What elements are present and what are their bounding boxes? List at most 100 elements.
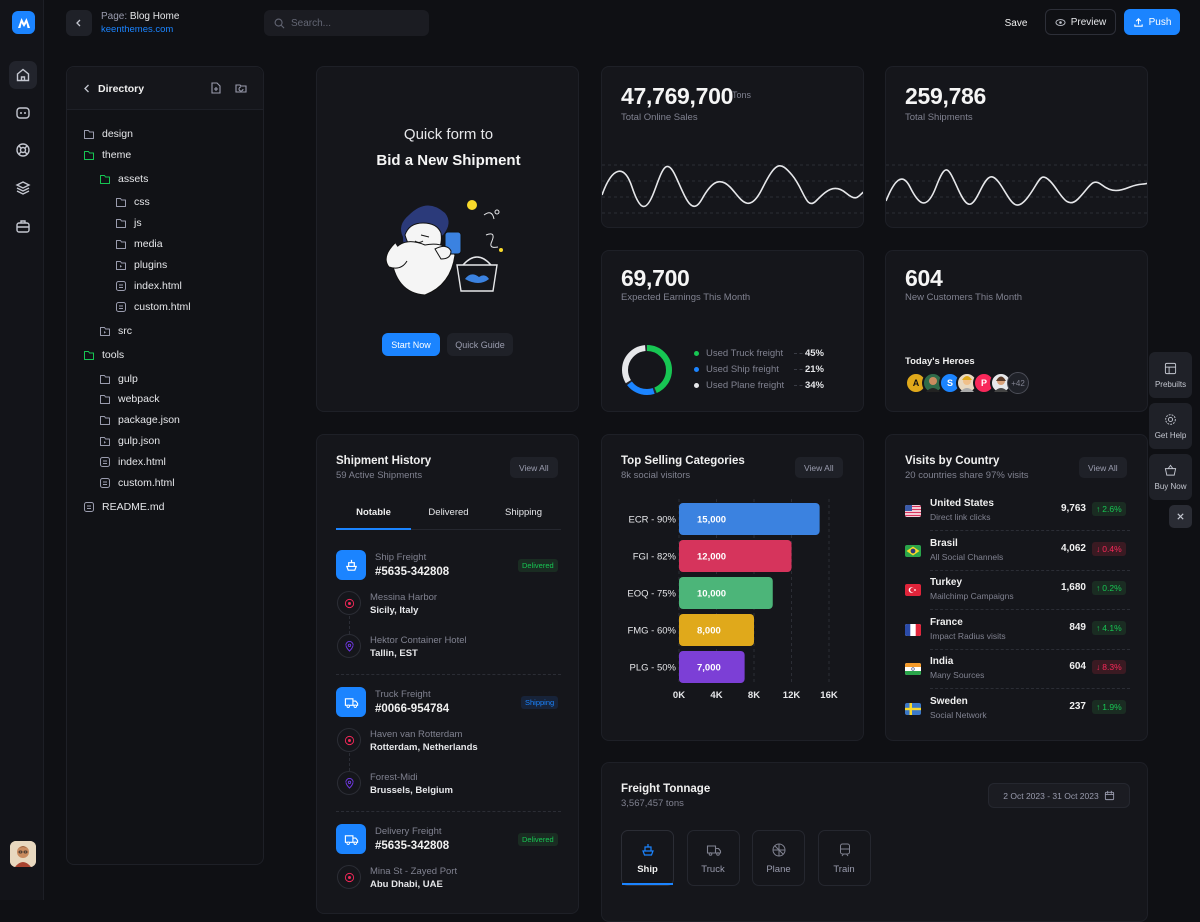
country-name[interactable]: Turkey: [930, 577, 962, 588]
country-visits: 9,763: [1060, 503, 1086, 514]
date-range-picker[interactable]: 2 Oct 2023 - 31 Oct 2023: [988, 783, 1130, 808]
tree-item[interactable]: assets: [99, 171, 148, 187]
tree-item[interactable]: package.json: [99, 412, 180, 428]
more-heroes-badge[interactable]: +42: [1007, 372, 1029, 394]
country-name[interactable]: Sweden: [930, 696, 968, 707]
x-tick-label: 16K: [820, 690, 838, 701]
freight-mode-tab[interactable]: Train: [817, 830, 871, 886]
freight-type-icon: [336, 550, 366, 580]
shipment-id[interactable]: #5635-342808: [375, 840, 449, 852]
app-logo[interactable]: [12, 11, 35, 34]
tab-notable[interactable]: Notable: [336, 507, 411, 518]
row-separator: [930, 688, 1130, 689]
sales-label: Total Online Sales: [621, 112, 698, 123]
tree-item[interactable]: index.html: [99, 454, 166, 470]
tree-item[interactable]: js: [115, 215, 142, 231]
layers-icon[interactable]: [9, 174, 37, 202]
freight-tonnage-title: Freight Tonnage: [621, 783, 711, 795]
freight-mode-label: Plane: [766, 864, 791, 875]
get-help-button[interactable]: Get Help: [1149, 403, 1192, 449]
tree-item[interactable]: gulp.json: [99, 433, 160, 449]
user-avatar[interactable]: [10, 841, 36, 867]
country-flag-icon: [905, 623, 921, 636]
plane-icon: [772, 843, 786, 857]
tab-shipping[interactable]: Shipping: [486, 507, 561, 518]
freight-type-icon: [336, 687, 366, 717]
view-all-button[interactable]: View All: [795, 457, 843, 478]
freight-mode-tab[interactable]: Ship: [621, 830, 674, 886]
legend-percent: 45%: [804, 348, 824, 359]
tree-item-label: tools: [102, 349, 125, 361]
freight-mode-tab[interactable]: Plane: [752, 830, 805, 886]
shipment-history-subtitle: 59 Active Shipments: [336, 470, 423, 481]
briefcase-icon[interactable]: [9, 212, 37, 240]
tree-item[interactable]: webpack: [99, 391, 159, 407]
tree-item-label: design: [102, 128, 133, 140]
support-icon[interactable]: [9, 136, 37, 164]
save-button[interactable]: Save: [996, 10, 1036, 36]
change-badge: ↓ 8.3%: [1092, 660, 1126, 674]
tree-item-label: custom.html: [118, 477, 175, 489]
tree-item[interactable]: design: [83, 126, 133, 142]
tree-item-label: gulp.json: [118, 435, 161, 447]
view-all-button[interactable]: View All: [510, 457, 558, 478]
shipment-id[interactable]: #0066-954784: [375, 703, 449, 715]
tree-item[interactable]: gulp: [99, 371, 138, 387]
tree-item[interactable]: plugins: [115, 257, 167, 273]
new-folder-icon[interactable]: [234, 81, 248, 95]
shipment-history-card: Shipment History 59 Active Shipments Vie…: [316, 434, 579, 914]
freight-type: Delivery Freight: [375, 826, 442, 837]
shipment-id[interactable]: #5635-342808: [375, 566, 449, 578]
tree-item[interactable]: src: [99, 323, 132, 339]
file-icon: [116, 302, 126, 312]
stop-location: Tallin, EST: [370, 648, 418, 659]
tab-delivered[interactable]: Delivered: [411, 507, 486, 518]
freight-tonnage-subtitle: 3,567,457 tons: [621, 798, 684, 809]
sales-unit: Tons: [732, 90, 752, 100]
country-flag-icon: [905, 663, 921, 675]
country-name[interactable]: France: [930, 617, 963, 628]
change-badge: ↑ 1.9%: [1092, 699, 1126, 714]
buy-now-button[interactable]: Buy Now: [1149, 454, 1192, 500]
new-file-icon[interactable]: [209, 81, 223, 95]
country-name[interactable]: India: [930, 656, 953, 667]
chat-icon[interactable]: [9, 99, 37, 127]
home-icon[interactable]: [9, 61, 37, 89]
tree-item[interactable]: css: [115, 194, 150, 210]
quick-guide-button[interactable]: Quick Guide: [447, 333, 513, 356]
view-all-button[interactable]: View All: [1079, 457, 1127, 478]
preview-button[interactable]: Preview: [1045, 9, 1116, 35]
close-side-actions-button[interactable]: [1169, 505, 1192, 528]
tree-item[interactable]: tools: [83, 347, 124, 363]
status-badge: Shipping: [521, 696, 559, 709]
country-name[interactable]: United States: [930, 498, 994, 509]
category-label: EOQ - 75%: [627, 589, 676, 600]
row-separator: [930, 530, 1130, 531]
tree-item[interactable]: index.html: [115, 278, 182, 294]
country-flag-icon: [905, 584, 921, 596]
eye-icon: [1055, 18, 1066, 26]
tree-item[interactable]: theme: [83, 147, 131, 163]
country-visits: 1,680: [1060, 582, 1086, 593]
start-now-button[interactable]: Start Now: [382, 333, 440, 356]
tree-item[interactable]: media: [115, 236, 163, 252]
tree-item[interactable]: custom.html: [99, 475, 175, 491]
file-icon: [100, 457, 110, 467]
change-badge: ↑ 4.1%: [1092, 620, 1126, 635]
folder-icon: [100, 395, 110, 404]
country-name[interactable]: Brasil: [930, 538, 958, 549]
page-label: Page: Blog Home: [101, 11, 180, 22]
freight-type-icon: [336, 824, 366, 854]
tree-item[interactable]: README.md: [83, 499, 164, 515]
chevron-left-icon[interactable]: [83, 84, 91, 93]
prebuilts-button[interactable]: Prebuilts: [1149, 352, 1192, 398]
push-button[interactable]: Push: [1124, 9, 1180, 35]
folder-icon: [100, 375, 110, 384]
back-button[interactable]: [66, 10, 92, 36]
origin-icon: [337, 728, 361, 752]
tree-item[interactable]: custom.html: [115, 299, 191, 315]
freight-mode-tab[interactable]: Truck: [686, 830, 740, 886]
site-link[interactable]: keenthemes.com: [101, 24, 173, 35]
search-input[interactable]: Search...: [264, 10, 429, 36]
train-icon: [839, 843, 850, 857]
